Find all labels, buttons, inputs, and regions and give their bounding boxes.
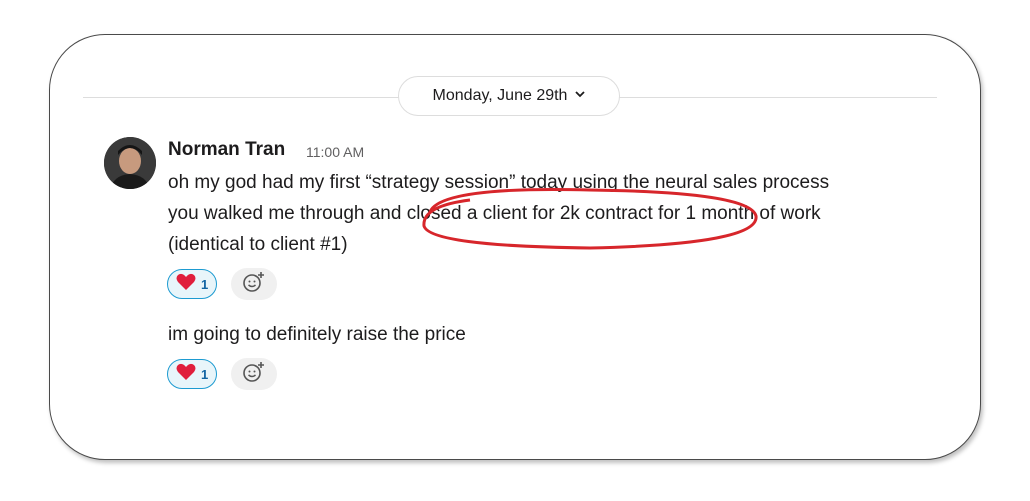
add-reaction-icon: [242, 361, 266, 388]
reaction-count: 1: [201, 366, 209, 382]
author-name[interactable]: Norman Tran: [168, 139, 285, 161]
heart-icon: [176, 273, 196, 296]
message-line-1: oh my god had my first “strategy session…: [168, 172, 830, 193]
date-divider-button[interactable]: Monday, June 29th: [398, 76, 620, 116]
message-timestamp[interactable]: 11:00 AM: [306, 144, 364, 160]
add-reaction-icon: [242, 271, 266, 298]
message-line-3: (identical to client #1): [168, 234, 348, 255]
heart-reaction[interactable]: 1: [167, 359, 218, 389]
add-reaction-button[interactable]: [231, 268, 277, 300]
followup-message: im going to definitely raise the price: [168, 324, 466, 345]
avatar[interactable]: [104, 137, 156, 189]
heart-reaction[interactable]: 1: [167, 269, 218, 299]
message-line-2: you walked me through and closed a clien…: [168, 203, 821, 224]
heart-icon: [176, 363, 196, 386]
date-label: Monday, June 29th: [432, 87, 568, 104]
chevron-down-icon: [575, 89, 586, 101]
add-reaction-button[interactable]: [231, 358, 277, 390]
reaction-count: 1: [201, 276, 209, 292]
